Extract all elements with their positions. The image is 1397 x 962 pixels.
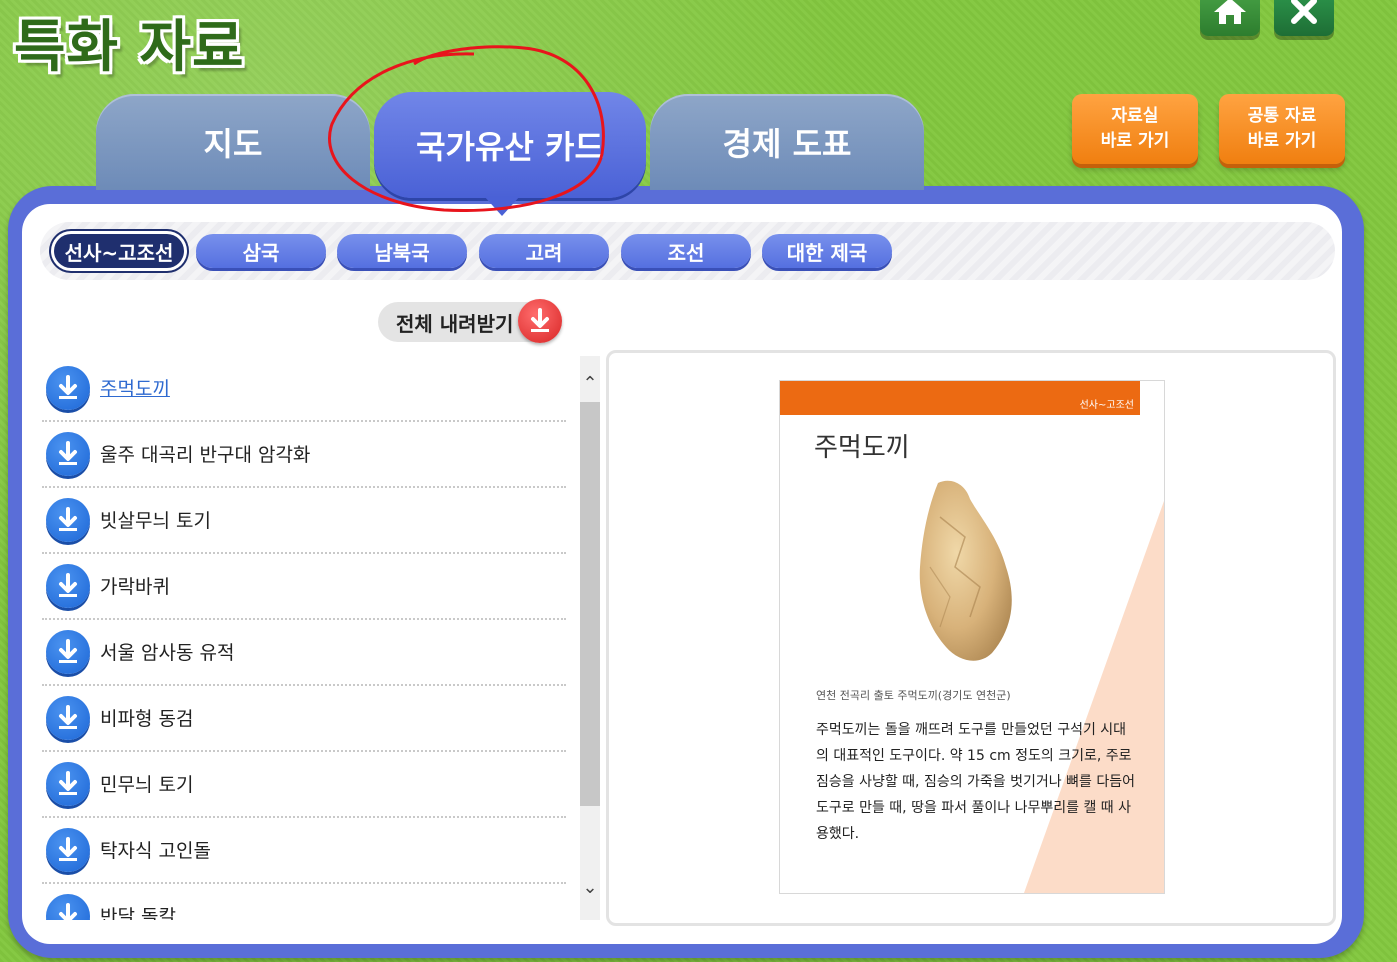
list-item[interactable]: 반달 돌칼	[42, 884, 566, 920]
card-title: 주먹도끼	[814, 433, 910, 463]
era-goryeo[interactable]: 고려	[479, 234, 609, 268]
common-shortcut-line2: 바로 가기	[1247, 131, 1317, 151]
hand-axe-image	[919, 480, 1012, 661]
page-title: 특화 자료	[14, 15, 245, 80]
download-all-label: 전체 내려받기	[396, 311, 514, 336]
list-item-label[interactable]: 서울 암사동 유적	[100, 638, 234, 665]
list-item[interactable]: 울주 대곡리 반구대 암각화	[42, 422, 566, 488]
tab-map[interactable]: 지도	[96, 94, 370, 190]
download-icon[interactable]	[46, 366, 90, 410]
close-icon	[1291, 0, 1317, 24]
archive-shortcut-button[interactable]: 자료실 바로 가기	[1072, 94, 1198, 164]
download-all-icon[interactable]	[518, 299, 562, 343]
scroll-down-icon[interactable]: ⌄	[580, 876, 600, 900]
era-north-south-states[interactable]: 남북국	[337, 234, 467, 268]
era-joseon[interactable]: 조선	[621, 234, 751, 268]
download-icon[interactable]	[46, 498, 90, 542]
list-item[interactable]: 민무늬 토기	[42, 752, 566, 818]
card-caption: 연천 전곡리 출토 주먹도끼(경기도 연천군)	[816, 689, 1011, 702]
scroll-up-icon[interactable]: ⌃	[580, 372, 600, 396]
archive-shortcut-line2: 바로 가기	[1100, 131, 1170, 151]
home-button[interactable]	[1200, 0, 1260, 36]
tab-economy-chart[interactable]: 경제 도표	[650, 94, 924, 190]
archive-shortcut-line1: 자료실	[1111, 106, 1159, 126]
active-tab-pointer	[484, 196, 520, 216]
list-item[interactable]: 가락바퀴	[42, 554, 566, 620]
download-icon[interactable]	[46, 696, 90, 740]
list-item-label[interactable]: 비파형 동검	[100, 704, 193, 731]
close-button[interactable]	[1274, 0, 1334, 36]
era-three-kingdoms[interactable]: 삼국	[196, 234, 326, 268]
download-icon[interactable]	[46, 630, 90, 674]
download-icon[interactable]	[46, 762, 90, 806]
card-description: 주먹도끼는 돌을 깨뜨려 도구를 만들었던 구석기 시대의 대표적인 도구이다.…	[816, 722, 1135, 842]
list-item[interactable]: 서울 암사동 유적	[42, 620, 566, 686]
list-item-label[interactable]: 빗살무늬 토기	[100, 506, 211, 533]
era-korean-empire[interactable]: 대한 제국	[762, 234, 892, 268]
list-item-label[interactable]: 울주 대곡리 반구대 암각화	[100, 440, 310, 467]
tab-heritage-card[interactable]: 국가유산 카드	[374, 92, 646, 198]
card-era-label: 선사~고조선	[1079, 400, 1134, 411]
common-shortcut-line1: 공통 자료	[1247, 106, 1317, 126]
list-item-label[interactable]: 민무늬 토기	[100, 770, 193, 797]
common-shortcut-button[interactable]: 공통 자료 바로 가기	[1219, 94, 1345, 164]
list-item-label[interactable]: 반달 돌칼	[100, 902, 176, 920]
heritage-card: 선사~고조선 주먹도끼 연천 전곡리 출토 주먹도끼(경기도 연천군) 주먹도끼…	[779, 380, 1165, 894]
list-scrollbar[interactable]: ⌃ ⌄	[580, 356, 600, 920]
scroll-thumb[interactable]	[580, 402, 600, 806]
heritage-list: 주먹도끼 울주 대곡리 반구대 암각화 빗살무늬 토기 가락바퀴 서울 암사동 …	[42, 356, 568, 920]
era-prehistoric[interactable]: 선사~고조선	[54, 234, 184, 268]
list-item-label[interactable]: 가락바퀴	[100, 572, 170, 599]
list-item[interactable]: 탁자식 고인돌	[42, 818, 566, 884]
download-icon[interactable]	[46, 894, 90, 920]
list-item[interactable]: 주먹도끼	[42, 356, 566, 422]
home-icon	[1214, 0, 1246, 24]
download-icon[interactable]	[46, 564, 90, 608]
download-icon[interactable]	[46, 432, 90, 476]
list-item-label[interactable]: 탁자식 고인돌	[100, 836, 211, 863]
list-item-label[interactable]: 주먹도끼	[100, 374, 170, 401]
download-icon[interactable]	[46, 828, 90, 872]
list-item[interactable]: 비파형 동검	[42, 686, 566, 752]
list-item[interactable]: 빗살무늬 토기	[42, 488, 566, 554]
